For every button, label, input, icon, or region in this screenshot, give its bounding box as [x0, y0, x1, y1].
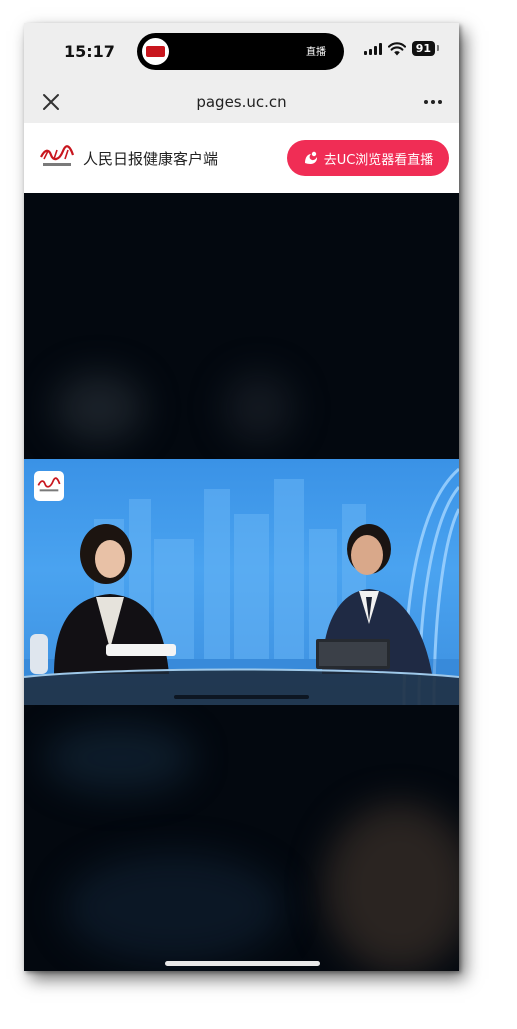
- app-banner: 人民日报健康客户端 去UC浏览器看直播: [24, 123, 459, 193]
- battery-icon: 91: [411, 41, 440, 56]
- live-app-icon: [142, 38, 169, 65]
- home-indicator[interactable]: [165, 961, 320, 966]
- people-daily-health-logo: [40, 145, 75, 166]
- signal-icon: [363, 42, 382, 55]
- open-in-uc-label: 去UC浏览器看直播: [323, 152, 434, 168]
- live-video-player[interactable]: [24, 459, 459, 705]
- status-time: 15:17: [64, 42, 115, 61]
- uc-browser-icon: [304, 151, 317, 164]
- studio-scene: [24, 467, 459, 705]
- background-blur: [224, 373, 294, 443]
- live-indicator: 直播: [306, 47, 326, 58]
- open-in-uc-button[interactable]: 去UC浏览器看直播: [287, 140, 449, 176]
- background-blur: [44, 723, 194, 793]
- url-text[interactable]: pages.uc.cn: [24, 93, 459, 111]
- status-bar: 15:17 直播 91: [24, 23, 459, 81]
- more-icon[interactable]: [419, 89, 447, 115]
- browser-url-bar: pages.uc.cn: [24, 81, 459, 123]
- background-blur: [64, 853, 284, 963]
- background-blur: [324, 803, 459, 971]
- status-icons: 91: [363, 41, 440, 56]
- dynamic-island[interactable]: 直播: [137, 33, 344, 70]
- app-name: 人民日报健康客户端: [83, 150, 219, 168]
- wifi-icon: [387, 41, 406, 55]
- background-blur: [54, 373, 144, 443]
- phone-screen: 15:17 直播 91 pages.uc.cn 人民日报健康客户端 去UC浏览器…: [24, 23, 459, 971]
- video-watermark-logo: [34, 471, 64, 501]
